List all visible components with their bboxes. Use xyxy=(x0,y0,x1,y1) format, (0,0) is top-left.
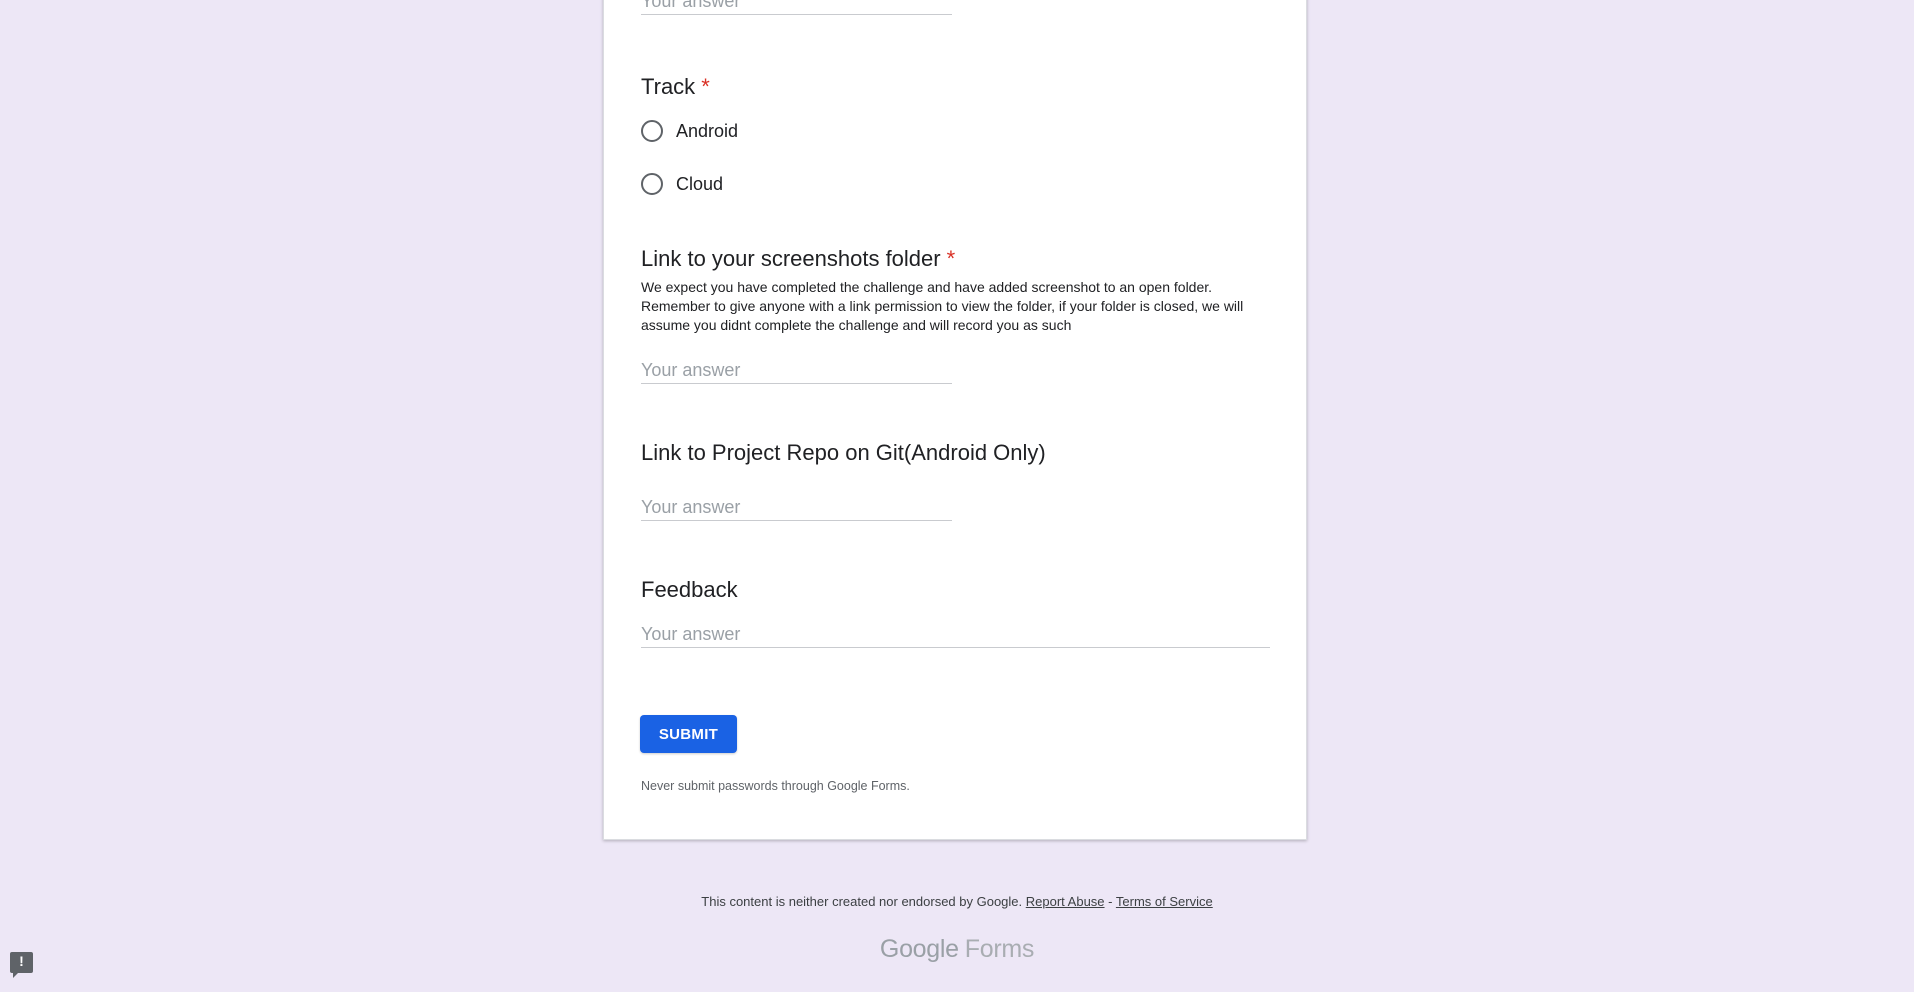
radio-button-cloud[interactable] xyxy=(641,173,663,195)
radio-label-android: Android xyxy=(676,120,739,141)
logo-google-text: Google xyxy=(879,935,959,963)
track-title-text: Track xyxy=(641,74,696,99)
feedback-title-text: Feedback xyxy=(641,577,738,602)
report-problem-icon[interactable]: ! xyxy=(10,952,33,978)
screenshots-answer-input[interactable] xyxy=(641,354,952,384)
footer-disclaimer: This content is neither created nor endo… xyxy=(0,894,1914,909)
report-abuse-link[interactable]: Report Abuse xyxy=(1026,894,1105,909)
repo-answer-input[interactable] xyxy=(641,491,952,521)
disclaimer-text: This content is neither created nor endo… xyxy=(701,894,1023,909)
radio-option-cloud[interactable]: Cloud xyxy=(641,172,723,196)
screenshots-question-title: Link to your screenshots folder * xyxy=(641,246,955,272)
password-warning: Never submit passwords through Google Fo… xyxy=(641,779,910,793)
screenshots-question-description: We expect you have completed the challen… xyxy=(641,279,1244,333)
screenshots-title-text: Link to your screenshots folder xyxy=(641,246,941,271)
radio-option-android[interactable]: Android xyxy=(641,119,738,143)
required-asterisk: * xyxy=(701,74,710,99)
form-card: Track* Android Cloud Link to your screen… xyxy=(603,0,1307,840)
logo-forms-text: Forms xyxy=(964,935,1035,963)
radio-button-android[interactable] xyxy=(641,120,663,142)
footer-separator: - xyxy=(1108,894,1113,909)
previous-answer-input[interactable] xyxy=(641,0,952,15)
required-asterisk: * xyxy=(946,246,956,271)
feedback-question-title: Feedback xyxy=(641,577,738,603)
track-question-title: Track * xyxy=(641,74,710,100)
submit-button[interactable]: SUBMIT xyxy=(640,715,737,753)
terms-of-service-link[interactable]: Terms of Service xyxy=(1116,894,1213,909)
radio-label-cloud: Cloud xyxy=(676,173,724,194)
google-forms-logo[interactable]: Google Forms xyxy=(0,935,1914,964)
repo-title-text: Link to Project Repo on Git(Android Only… xyxy=(641,440,1046,465)
feedback-answer-input[interactable] xyxy=(641,618,1270,648)
repo-question-title: Link to Project Repo on Git(Android Only… xyxy=(641,440,1046,466)
